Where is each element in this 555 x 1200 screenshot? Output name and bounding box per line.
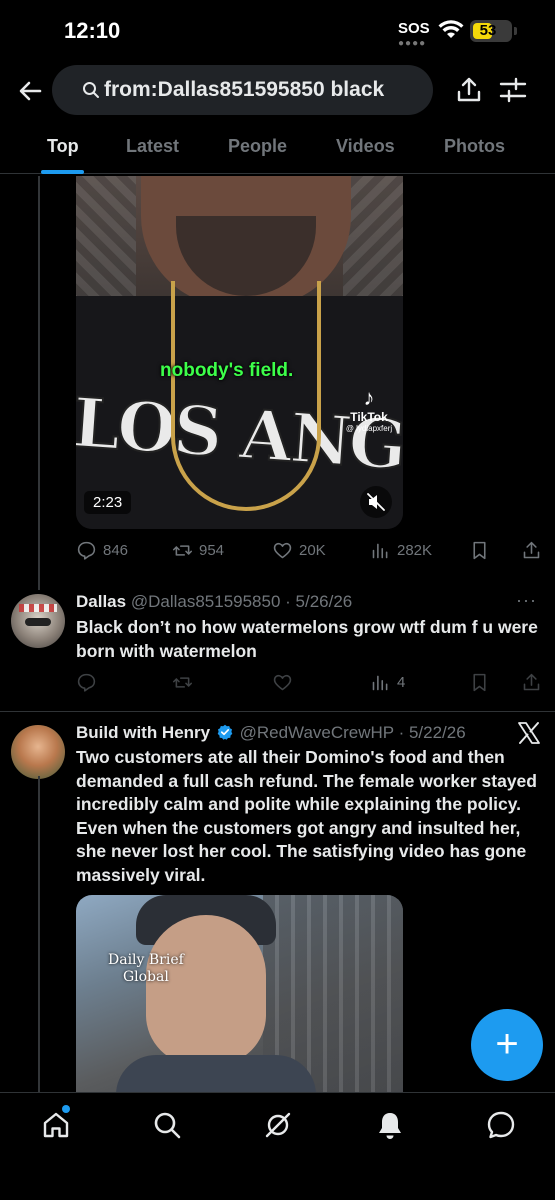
views-button[interactable]: 4 [370, 667, 405, 697]
post-text: Black don’t no how watermelons grow wtf … [76, 617, 538, 661]
home-icon[interactable] [40, 1109, 72, 1141]
author-handle[interactable]: @RedWaveCrewHP [240, 723, 394, 742]
tab-people[interactable]: People [228, 136, 287, 157]
status-time: 12:10 [64, 18, 121, 43]
bookmark-icon [473, 541, 486, 559]
thread-line [38, 176, 40, 590]
gold-chain [171, 281, 321, 511]
tab-latest[interactable]: Latest [126, 136, 179, 157]
search-input[interactable]: from:Dallas851595850 black [52, 65, 433, 115]
grok-x-icon[interactable] [516, 720, 542, 746]
post-header: Build with Henry @RedWaveCrewHP · 5/22/2… [76, 723, 466, 743]
view-count: 282K [397, 541, 433, 559]
post-date: · 5/26/26 [285, 592, 353, 611]
reply-icon [77, 673, 96, 692]
bookmark-icon [473, 673, 486, 691]
avatar[interactable] [11, 725, 65, 779]
views-icon [372, 543, 388, 558]
search-header: from:Dallas851595850 black [0, 64, 555, 118]
signal-dots: ●●●● [398, 38, 427, 49]
avatar[interactable] [11, 594, 65, 648]
share-icon [523, 673, 540, 690]
verified-badge-icon [217, 724, 233, 740]
repost-button[interactable]: 954 [172, 535, 224, 565]
search-tabs: Top Latest People Videos Photos [0, 128, 555, 174]
reply-button[interactable] [76, 667, 97, 697]
search-icon [83, 82, 99, 98]
tab-photos[interactable]: Photos [444, 136, 505, 157]
tiktok-watermark: ♪ TikTok @ lydiapxferj [338, 385, 400, 434]
more-options-icon[interactable]: ··· [516, 590, 537, 611]
heart-icon [273, 542, 292, 558]
views-icon [372, 675, 388, 690]
search-query: from:Dallas851595850 black [104, 78, 385, 101]
bookmark-button[interactable] [469, 535, 490, 565]
wifi-icon [438, 20, 464, 38]
bookmark-button[interactable] [469, 667, 490, 697]
search-icon[interactable] [151, 1109, 183, 1141]
post-actions: 846 954 20K 282K [76, 535, 546, 565]
like-button[interactable]: 20K [272, 535, 326, 565]
video-caption: nobody's field. [160, 360, 294, 381]
share-icon [523, 541, 540, 558]
post-header: Dallas @Dallas851595850 · 5/26/26 [76, 592, 352, 612]
compose-button[interactable]: + [471, 1009, 543, 1081]
post-date: · 5/22/26 [398, 723, 466, 742]
tab-videos[interactable]: Videos [336, 136, 395, 157]
author-handle[interactable]: @Dallas851595850 [131, 592, 281, 611]
tiktok-logo-icon: ♪ [363, 385, 375, 410]
notifications-icon[interactable] [374, 1109, 406, 1141]
share-icon[interactable] [454, 75, 484, 105]
thread-line [38, 776, 40, 1092]
battery-indicator: 53 [470, 20, 517, 42]
search-settings-icon[interactable] [498, 75, 528, 105]
sos-indicator: SOS [398, 20, 430, 37]
new-posts-dot [62, 1105, 70, 1113]
author-name[interactable]: Build with Henry [76, 723, 210, 742]
mute-icon[interactable] [360, 486, 392, 518]
reply-button[interactable]: 846 [76, 535, 128, 565]
like-button[interactable] [272, 667, 293, 697]
video-thumbnail[interactable]: Daily Brief Global [76, 895, 403, 1095]
views-button[interactable]: 282K [370, 535, 432, 565]
plus-icon: + [495, 1022, 519, 1066]
active-tab-indicator [41, 170, 84, 174]
like-count: 20K [299, 541, 326, 559]
status-bar: 12:10 SOS ●●●● 53 [0, 0, 555, 64]
reply-icon [77, 541, 96, 560]
view-count: 4 [397, 673, 406, 691]
repost-icon [172, 544, 193, 556]
video-duration: 2:23 [84, 491, 132, 514]
battery-percentage: 53 [479, 22, 497, 39]
post-actions: 4 [76, 667, 546, 697]
heart-icon [273, 674, 292, 690]
share-post-button[interactable] [521, 535, 542, 565]
video-thumbnail[interactable]: LOS ANGELES nobody's field. ♪ TikTok @ l… [76, 176, 403, 529]
repost-button[interactable] [172, 667, 193, 697]
post-divider [0, 711, 555, 712]
video-watermark: Daily Brief Global [108, 952, 184, 985]
post-text: Two customers ate all their Domino's foo… [76, 747, 537, 885]
reply-count: 846 [103, 541, 129, 559]
messages-icon[interactable] [485, 1109, 517, 1141]
repost-icon [172, 676, 193, 688]
back-arrow-icon[interactable] [16, 76, 46, 106]
author-name[interactable]: Dallas [76, 592, 126, 611]
grok-icon[interactable] [262, 1109, 294, 1141]
tab-top[interactable]: Top [47, 136, 79, 157]
repost-count: 954 [199, 541, 225, 559]
share-post-button[interactable] [521, 667, 542, 697]
bottom-navigation [0, 1092, 555, 1200]
